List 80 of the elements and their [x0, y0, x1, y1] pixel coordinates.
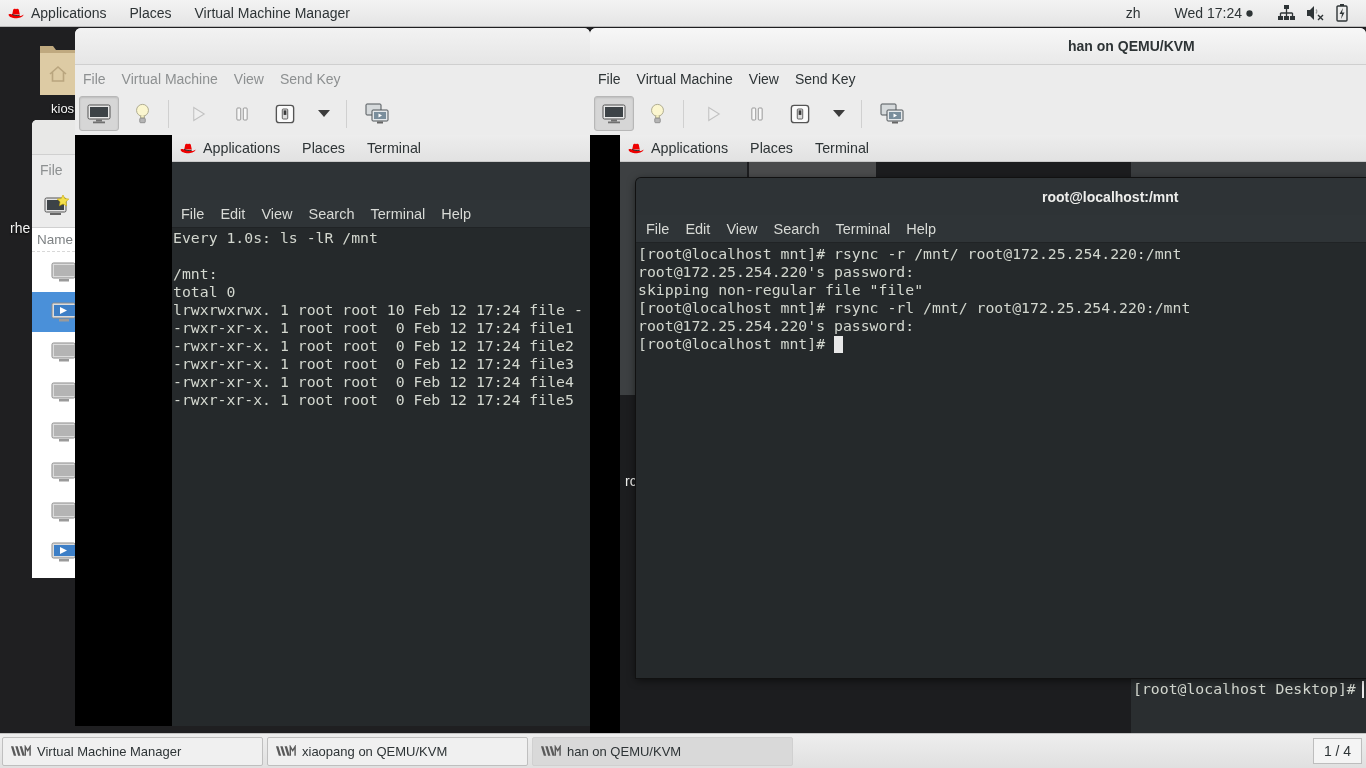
top-bar-menu[interactable]: Places	[750, 140, 793, 156]
hat-icon	[8, 7, 24, 19]
monitor-icon	[87, 102, 111, 125]
toolbar-button[interactable]	[594, 96, 634, 131]
terminal-line: [root@localhost Desktop]#	[1133, 680, 1356, 698]
window-title: root@localhost:/mnt	[1042, 188, 1179, 205]
menu-item[interactable]: File	[590, 70, 629, 87]
menu-item[interactable]: View	[740, 70, 787, 87]
terminal-line: /mnt:	[173, 265, 218, 283]
desktop-icon-label[interactable]: kios	[51, 101, 75, 116]
lightbulb-icon	[649, 102, 665, 125]
screens-icon	[365, 102, 389, 125]
top-bar-menu[interactable]: Places	[129, 5, 172, 21]
menu-item[interactable]: Terminal	[362, 205, 434, 222]
screens-icon	[880, 102, 904, 125]
caret-icon	[833, 110, 845, 117]
terminal-line: [root@localhost mnt]#	[638, 335, 826, 353]
monitor-star-icon[interactable]	[44, 195, 70, 217]
workspace-switcher[interactable]: 1 / 4	[1313, 738, 1362, 764]
menu-item[interactable]: Help	[898, 220, 945, 237]
switch-icon	[275, 103, 295, 124]
input-language[interactable]: zh	[1125, 5, 1141, 21]
menu-item[interactable]: Edit	[212, 205, 254, 222]
terminal-line: root@172.25.254.220's password:	[638, 317, 915, 335]
taskbar-button[interactable]: xiaopang on QEMU/KVM	[267, 736, 528, 766]
menu-item[interactable]: Virtual Machine	[628, 70, 741, 87]
menu-item[interactable]: Terminal	[827, 220, 899, 237]
pause-icon	[751, 106, 763, 121]
hat-icon	[180, 142, 196, 154]
menu-item[interactable]: View	[253, 205, 301, 222]
switch-icon	[790, 103, 810, 124]
caret-icon	[318, 110, 330, 117]
app-logo-icon	[540, 745, 562, 757]
terminal-line: total 0	[173, 283, 236, 301]
terminal-line: -rwxr-xr-x. 1 root root 0 Feb 12 17:24 file1	[173, 319, 574, 337]
lightbulb-icon	[134, 102, 150, 125]
vm-list-row[interactable]	[32, 292, 75, 332]
terminal-line: -rwxr-xr-x. 1 root root 0 Feb 12 17:24 file5	[173, 391, 574, 409]
top-bar-menu[interactable]: Places	[302, 140, 345, 156]
terminal-line: lrwxrwxrwx. 1 root root 10 Feb 12 17:24 file -	[173, 301, 583, 319]
monitor-icon	[602, 102, 626, 125]
window-title: han on QEMU/KVM	[1068, 38, 1195, 54]
top-bar-menu[interactable]: Applications	[203, 140, 281, 156]
top-bar-menu[interactable]: Applications	[31, 5, 107, 21]
network-icon[interactable]	[1278, 5, 1295, 21]
top-bar-menu[interactable]: Terminal	[367, 140, 422, 156]
terminal-line: [root@localhost mnt]# rsync -rl /mnt/ root@172.25.254.220:/mnt	[638, 299, 1191, 317]
terminal-line: -rwxr-xr-x. 1 root root 0 Feb 12 17:24 file2	[173, 337, 574, 355]
taskbar-button[interactable]: Virtual Machine Manager	[2, 736, 263, 766]
terminal-line: -rwxr-xr-x. 1 root root 0 Feb 12 17:24 file3	[173, 355, 574, 373]
play-icon	[707, 105, 721, 122]
menu-item[interactable]: Send Key	[786, 70, 864, 87]
menu-item[interactable]: Search	[765, 220, 828, 237]
pause-icon	[236, 106, 248, 121]
play-icon	[192, 105, 206, 122]
menu-item[interactable]: Edit	[677, 220, 719, 237]
menu-item[interactable]: View	[718, 220, 766, 237]
top-bar-menu[interactable]: Terminal	[815, 140, 870, 156]
notification-dot-icon	[1246, 9, 1253, 17]
app-logo-icon	[275, 745, 297, 757]
top-bar-menu[interactable]: Applications	[651, 140, 729, 156]
taskbar-button[interactable]: han on QEMU/KVM	[532, 736, 793, 766]
top-bar-menu[interactable]: Virtual Machine Manager	[194, 5, 350, 21]
menu-item[interactable]: Search	[300, 205, 363, 222]
battery-icon[interactable]	[1336, 4, 1348, 22]
toolbar-button[interactable]	[79, 96, 119, 131]
desktop-icon-label[interactable]: rhe	[10, 220, 31, 236]
clock[interactable]: Wed 17:24	[1174, 5, 1242, 21]
menu-item[interactable]: File	[173, 205, 213, 222]
hat-icon	[628, 142, 644, 154]
terminal-line: -rwxr-xr-x. 1 root root 0 Feb 12 17:24 file4	[173, 373, 574, 391]
column-header-text: Name	[37, 232, 73, 247]
terminal-line: skipping non-regular file "file"	[638, 281, 924, 299]
menu-item[interactable]: Help	[433, 205, 480, 222]
app-logo-icon	[10, 745, 32, 757]
terminal-line: Every 1.0s: ls -lR /mnt	[173, 229, 378, 247]
volume-muted-icon[interactable]	[1306, 5, 1324, 21]
terminal-line: [root@localhost mnt]# rsync -r /mnt/ root@172.25.254.220:/mnt	[638, 245, 1182, 263]
terminal-line: root@172.25.254.220's password:	[638, 263, 915, 281]
menu-item[interactable]: File	[638, 220, 678, 237]
